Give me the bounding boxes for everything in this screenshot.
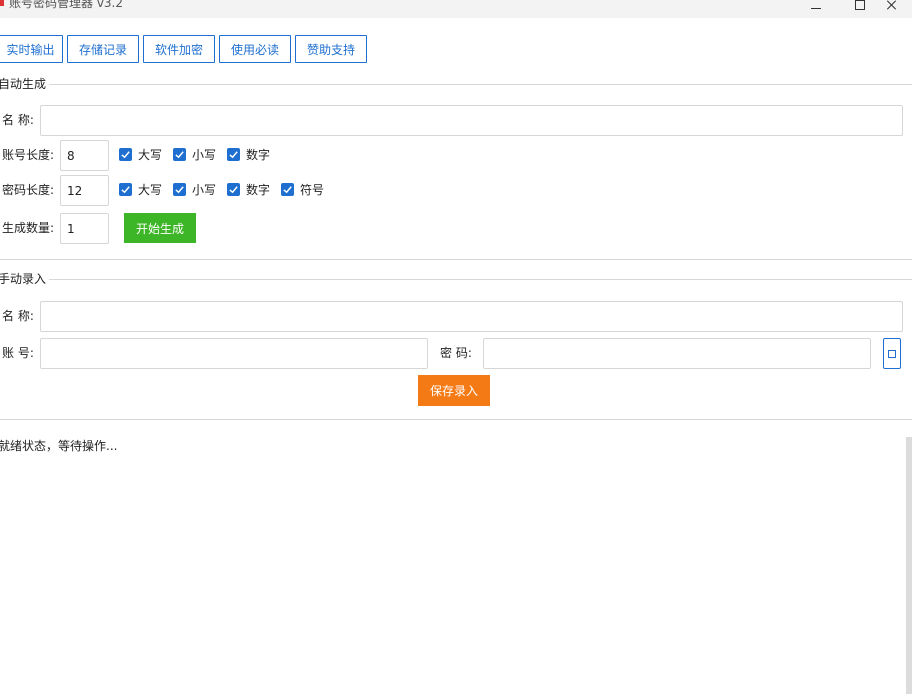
minimize-button[interactable]: [796, 0, 836, 14]
toggle-password-button[interactable]: [883, 338, 901, 369]
password-lowercase-checkbox[interactable]: [173, 183, 186, 196]
checkmark-icon: [283, 186, 292, 194]
checkmark-icon: [229, 186, 238, 194]
password-symbols-label: 符号: [300, 183, 325, 197]
usage-readme-button[interactable]: 使用必读: [219, 35, 291, 63]
log-scrollbar[interactable]: [906, 437, 912, 694]
realtime-output-button[interactable]: 实时输出: [0, 35, 63, 63]
account-digits-label: 数字: [246, 148, 271, 162]
start-generate-button[interactable]: 开始生成: [124, 213, 196, 243]
checkmark-icon: [121, 186, 130, 194]
close-icon: [886, 0, 898, 11]
software-encrypt-button[interactable]: 软件加密: [143, 35, 215, 63]
donate-support-button[interactable]: 赞助支持: [295, 35, 367, 63]
account-lowercase-label: 小写: [192, 148, 217, 162]
close-button[interactable]: [872, 0, 912, 14]
account-input[interactable]: [40, 338, 428, 369]
account-digits-checkbox[interactable]: [227, 148, 240, 161]
auto-group-divider: [0, 84, 912, 85]
password-input[interactable]: [483, 338, 871, 369]
password-length-input[interactable]: [60, 175, 109, 206]
password-digits-label: 数字: [246, 183, 271, 197]
auto-group-title: 自动生成: [0, 77, 50, 91]
checkmark-icon: [121, 151, 130, 159]
status-log: 就绪状态，等待操作...: [0, 439, 118, 453]
auto-name-input[interactable]: [40, 105, 903, 136]
password-symbols-checkbox[interactable]: [281, 183, 294, 196]
password-uppercase-checkbox[interactable]: [119, 183, 132, 196]
generate-count-input[interactable]: [60, 213, 109, 244]
auto-name-label: 名 称:: [2, 113, 34, 127]
app-icon: [0, 0, 4, 6]
manual-name-input[interactable]: [40, 301, 903, 332]
password-lowercase-label: 小写: [192, 183, 217, 197]
storage-records-button[interactable]: 存储记录: [67, 35, 139, 63]
manual-group-title: 手动录入: [0, 272, 50, 286]
account-label: 账 号:: [2, 346, 34, 360]
section-separator: [0, 259, 912, 260]
account-length-input[interactable]: [60, 140, 109, 171]
maximize-icon: [855, 0, 865, 10]
window-title: 账号密码管理器 v3.2: [9, 0, 124, 10]
account-uppercase-label: 大写: [138, 148, 163, 162]
password-digits-checkbox[interactable]: [227, 183, 240, 196]
log-separator: [0, 419, 912, 420]
save-entry-button[interactable]: 保存录入: [418, 375, 490, 406]
password-length-label: 密码长度:: [2, 183, 55, 197]
manual-name-label: 名 称:: [2, 309, 34, 323]
manual-group-divider: [0, 279, 912, 280]
account-length-label: 账号长度:: [2, 148, 55, 162]
checkmark-icon: [175, 151, 184, 159]
checkmark-icon: [229, 151, 238, 159]
account-lowercase-checkbox[interactable]: [173, 148, 186, 161]
account-uppercase-checkbox[interactable]: [119, 148, 132, 161]
checkmark-icon: [175, 186, 184, 194]
password-label: 密 码:: [440, 346, 472, 360]
title-bar: [0, 0, 912, 18]
minimize-icon: [811, 7, 821, 9]
password-uppercase-label: 大写: [138, 183, 163, 197]
generate-count-label: 生成数量:: [2, 221, 55, 235]
toggle-visibility-icon: [888, 349, 896, 358]
